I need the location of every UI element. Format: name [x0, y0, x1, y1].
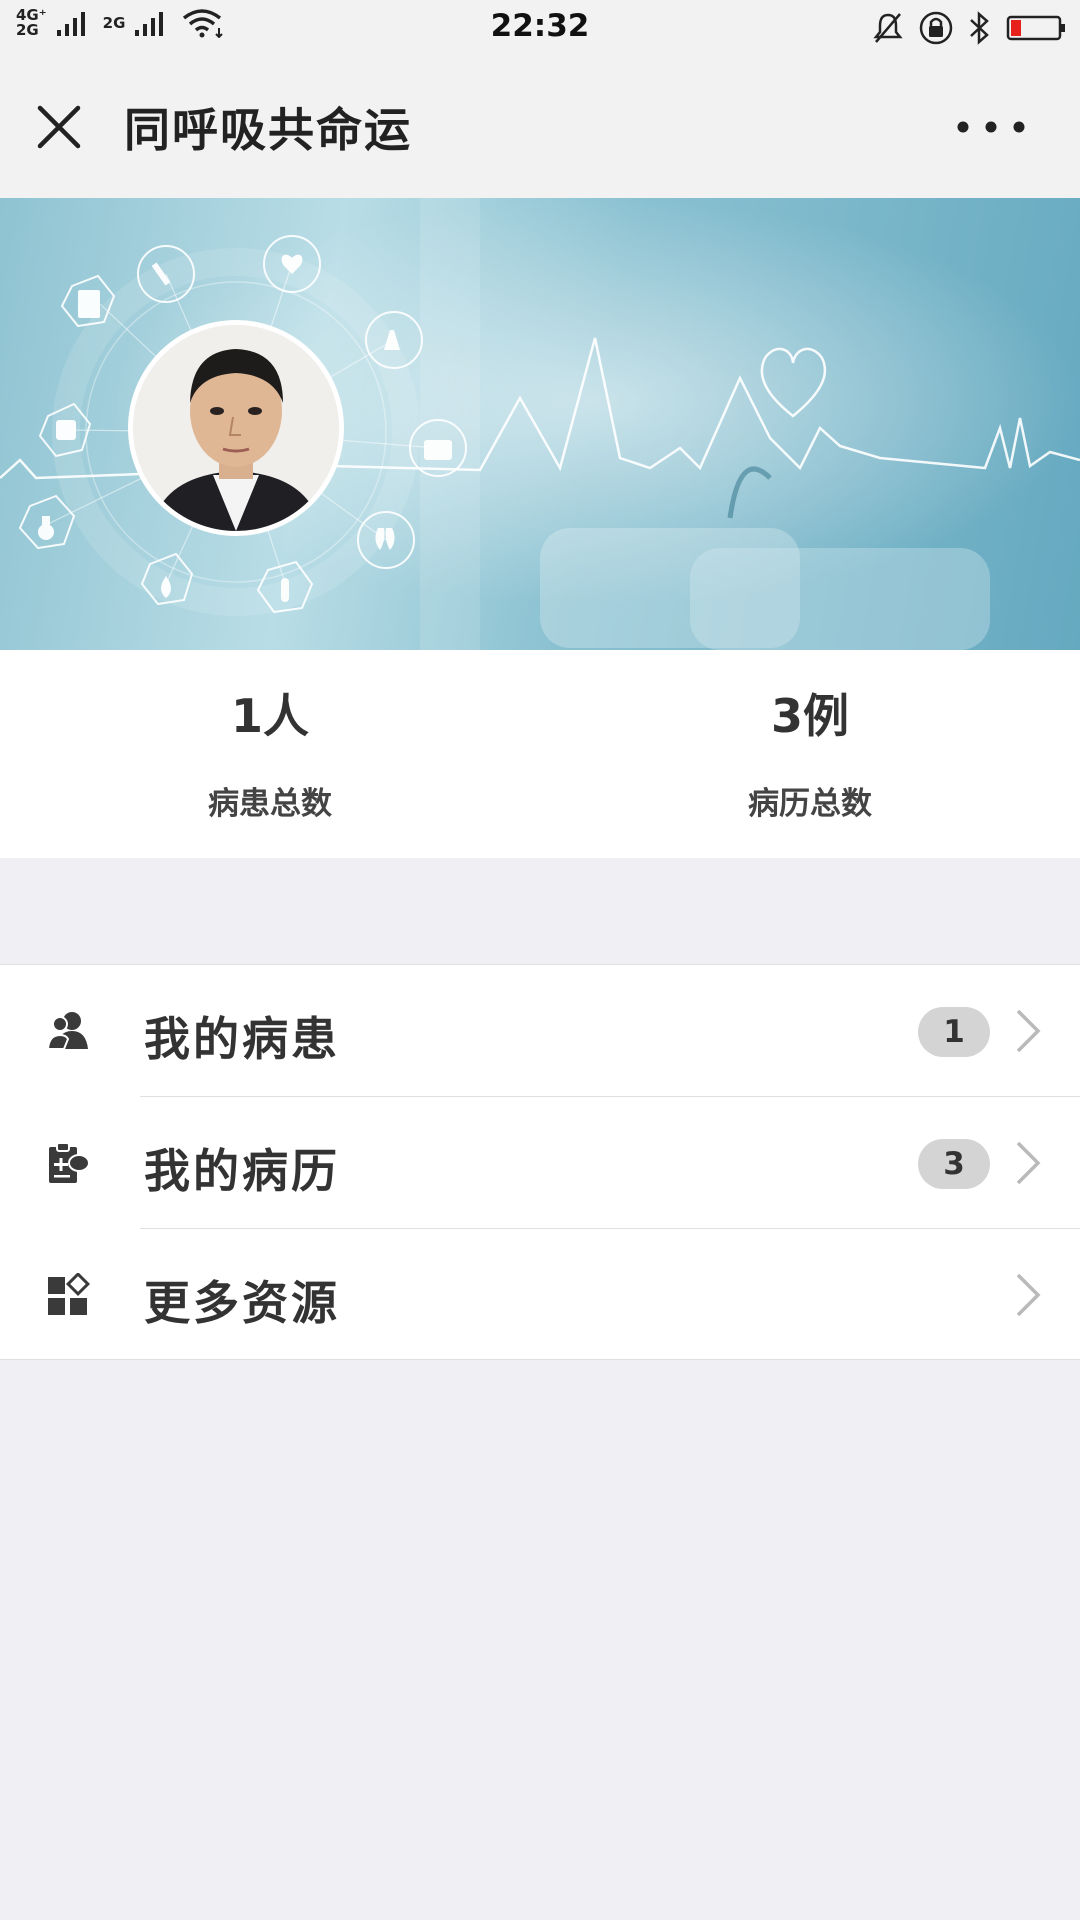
chevron-right-icon: [1016, 1009, 1041, 1053]
close-icon[interactable]: [34, 102, 84, 152]
battery-icon: [1006, 15, 1065, 41]
resources-icon: [48, 1273, 90, 1315]
patients-icon: [46, 1012, 88, 1050]
stat-label: 病患总数: [208, 786, 332, 822]
rotation-lock-icon: [919, 11, 953, 45]
bluetooth-icon: [970, 11, 989, 45]
stat-value: 3例: [770, 689, 849, 743]
chevron-right-icon: [1016, 1273, 1041, 1317]
status-bar-indicators: [872, 10, 1066, 46]
menu-item-label: 更多资源: [144, 1276, 340, 1330]
page-title: 同呼吸共命运: [124, 103, 412, 157]
avatar[interactable]: [128, 320, 344, 536]
more-icon[interactable]: [956, 120, 1026, 134]
stat-value: 1人: [230, 689, 309, 743]
mute-bell-icon: [873, 13, 903, 43]
count-badge: 3: [918, 1139, 990, 1189]
profile-banner: [0, 198, 1080, 650]
stat-label: 病历总数: [748, 786, 872, 822]
medical-record-icon: [49, 1142, 90, 1183]
chevron-right-icon: [1016, 1141, 1041, 1185]
menu-item-label: 我的病患: [144, 1012, 340, 1066]
nav-bar: 同呼吸共命运: [0, 54, 1080, 198]
count-badge: 1: [918, 1007, 990, 1057]
menu-item-label: 我的病历: [144, 1144, 340, 1198]
status-bar: 4G⁺ 2G 2G 22:32: [0, 0, 1080, 54]
avatar-photo: [133, 325, 339, 531]
stat-patients: 1人 病患总数: [0, 650, 540, 858]
menu-list: 我的病患 1 我的病历 3 更多资源: [0, 964, 1080, 1360]
menu-item-my-records[interactable]: 我的病历 3: [0, 1097, 1080, 1228]
menu-item-more-resources[interactable]: 更多资源: [0, 1229, 1080, 1360]
stat-records: 3例 病历总数: [540, 650, 1080, 858]
stats-panel: 1人 病患总数 3例 病历总数: [0, 650, 1080, 858]
menu-item-my-patients[interactable]: 我的病患 1: [0, 965, 1080, 1096]
